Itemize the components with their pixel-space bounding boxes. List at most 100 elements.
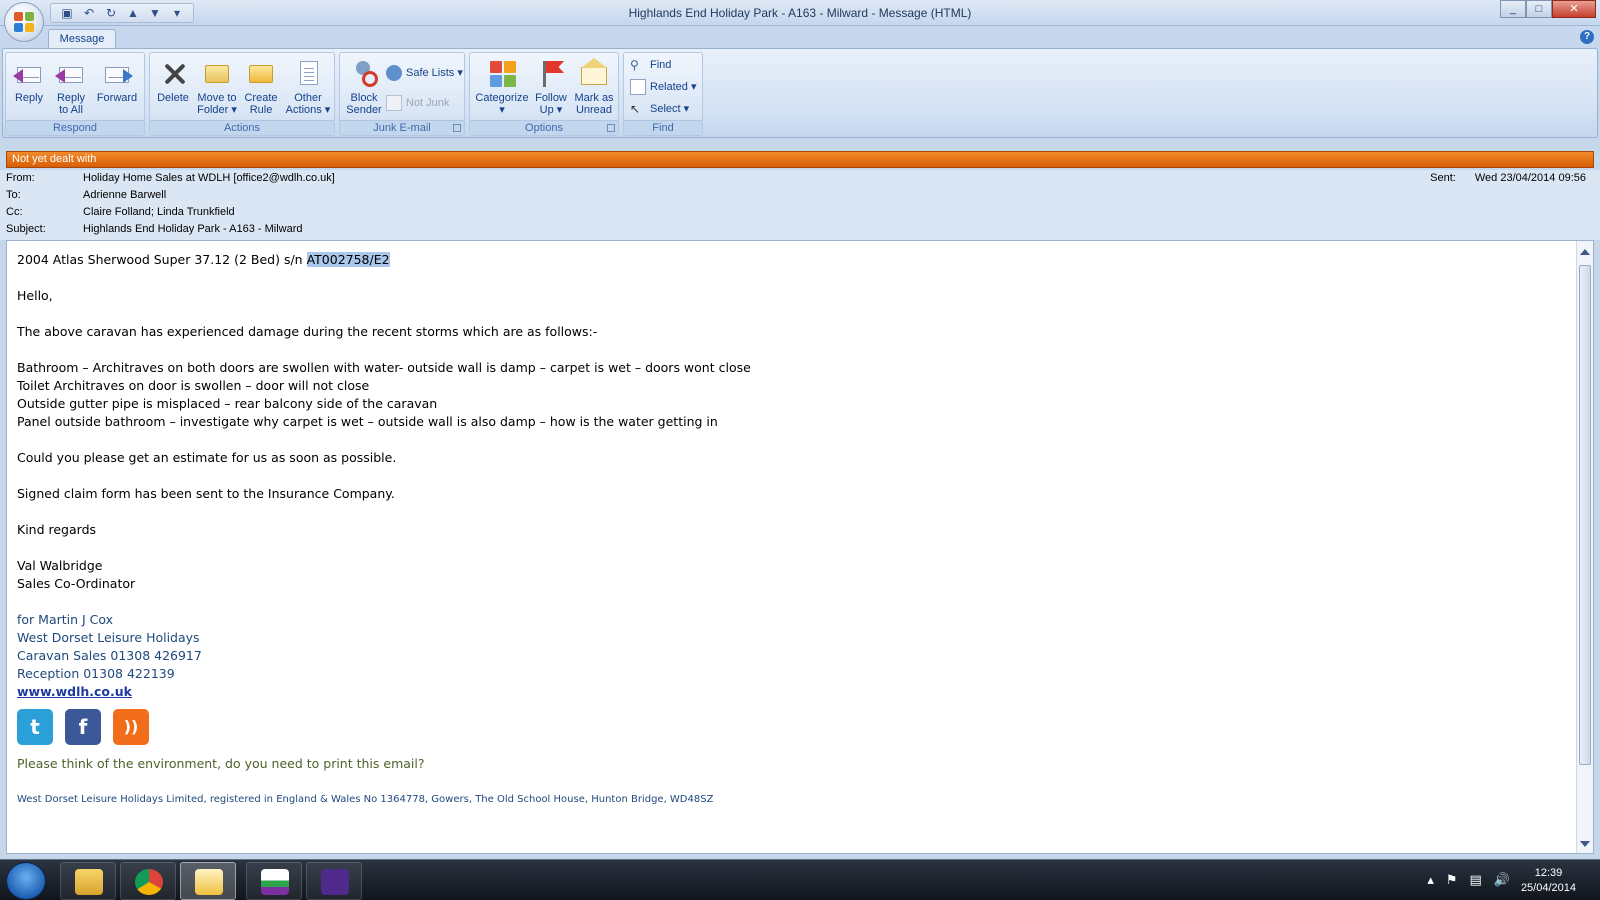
website-link[interactable]: www.wdlh.co.uk xyxy=(17,684,132,699)
scroll-up-icon[interactable] xyxy=(1580,249,1590,255)
tab-message[interactable]: Message xyxy=(48,29,116,49)
serial-number-selected[interactable]: AT002758/E2 xyxy=(306,252,390,267)
sent-value: Wed 23/04/2014 09:56 xyxy=(1474,172,1586,184)
message-body[interactable]: 2004 Atlas Sherwood Super 37.12 (2 Bed) … xyxy=(6,240,1594,854)
clock-time: 12:39 xyxy=(1534,867,1563,879)
minimize-button[interactable]: _ xyxy=(1500,0,1526,18)
select-button[interactable]: ↖ Select ▾ xyxy=(630,101,689,117)
delete-button[interactable]: Delete xyxy=(154,57,192,104)
safe-lists-icon xyxy=(386,65,402,81)
ribbon-tabs: Message ? xyxy=(0,26,1600,49)
delete-icon xyxy=(157,57,189,89)
clock[interactable]: 12:39 25/04/2014 xyxy=(1521,866,1576,896)
caravan-line: 2004 Atlas Sherwood Super 37.12 (2 Bed) … xyxy=(17,251,751,269)
taskbar: ▴ ⚑ ▤ 🔊 12:39 25/04/2014 xyxy=(0,859,1600,900)
sent-field: Sent: Wed 23/04/2014 09:56 xyxy=(1430,170,1586,186)
greeting: Hello, xyxy=(17,288,53,303)
block-label-2: Sender xyxy=(346,104,382,116)
twitter-icon[interactable]: t xyxy=(17,709,53,745)
move-to-folder-icon xyxy=(201,57,233,89)
facebook-icon[interactable]: f xyxy=(65,709,101,745)
reply-all-button[interactable]: Reply to All xyxy=(52,57,90,116)
safe-lists-label: Safe Lists ▾ xyxy=(406,67,463,79)
categorize-arrow: ▾ xyxy=(499,104,505,116)
environment-note: Please think of the environment, do you … xyxy=(17,756,425,771)
vertical-scrollbar[interactable] xyxy=(1576,241,1593,853)
message-headers: From: Holiday Home Sales at WDLH [office… xyxy=(0,170,1600,240)
scroll-thumb[interactable] xyxy=(1579,265,1591,765)
move-to-folder-button[interactable]: Move to Folder ▾ xyxy=(194,57,240,116)
clock-date: 25/04/2014 xyxy=(1520,882,1576,894)
other-actions-button[interactable]: Other Actions ▾ xyxy=(284,57,332,116)
forward-button[interactable]: Forward xyxy=(94,57,140,104)
related-button[interactable]: Related ▾ xyxy=(630,79,697,95)
find-button[interactable]: ⚲ Find xyxy=(630,57,671,73)
related-label: Related ▾ xyxy=(650,81,697,93)
window-controls: _ □ ✕ xyxy=(1500,0,1596,18)
reply-all-label-1: Reply xyxy=(56,92,86,104)
follow-up-button[interactable]: Follow Up ▾ xyxy=(532,57,570,116)
maximize-button[interactable]: □ xyxy=(1526,0,1552,18)
from-label: From: xyxy=(6,172,35,184)
subject-label: Subject: xyxy=(6,223,46,235)
find-label: Find xyxy=(650,59,672,71)
follow-label-1: Follow xyxy=(535,92,567,104)
not-junk-button[interactable]: Not Junk xyxy=(386,95,449,111)
cc-label: Cc: xyxy=(6,206,23,218)
block-label-1: Block xyxy=(350,92,378,104)
junk-dialog-launcher-icon[interactable] xyxy=(453,124,461,132)
reply-all-label-2: to All xyxy=(59,104,83,116)
taskbar-chrome[interactable] xyxy=(120,862,176,900)
damage-item: Outside gutter pipe is misplaced – rear … xyxy=(17,396,438,411)
taskbar-calendar[interactable] xyxy=(306,862,362,900)
to-value[interactable]: Adrienne Barwell xyxy=(83,187,166,203)
damage-item: Bathroom – Architraves on both doors are… xyxy=(17,360,751,375)
damage-item: Panel outside bathroom – investigate why… xyxy=(17,414,718,429)
reply-icon xyxy=(13,57,45,89)
show-hidden-icons-icon[interactable]: ▴ xyxy=(1427,872,1434,888)
rule-label-1: Create xyxy=(244,92,278,104)
taskbar-sage[interactable] xyxy=(246,862,302,900)
not-junk-icon xyxy=(386,95,402,111)
flag-status-bar[interactable]: Not yet dealt with xyxy=(6,151,1594,168)
reply-button[interactable]: Reply xyxy=(12,57,46,104)
office-logo-icon xyxy=(14,12,34,32)
categorize-button[interactable]: Categorize ▾ xyxy=(474,57,530,116)
follow-label-2: Up ▾ xyxy=(539,104,563,116)
message-text: 2004 Atlas Sherwood Super 37.12 (2 Bed) … xyxy=(17,251,751,809)
to-label: To: xyxy=(6,189,21,201)
related-icon xyxy=(630,79,646,95)
from-value[interactable]: Holiday Home Sales at WDLH [office2@wdlh… xyxy=(83,170,335,186)
mark-as-unread-button[interactable]: Mark as Unread xyxy=(572,57,616,116)
close-button[interactable]: ✕ xyxy=(1552,0,1596,18)
find-group-label: Find xyxy=(624,120,702,135)
title-bar: ▣ ↶ ↻ ▲ ▼ ▾ Highlands End Holiday Park -… xyxy=(0,0,1600,42)
taskbar-outlook[interactable] xyxy=(180,862,236,900)
safe-lists-button[interactable]: Safe Lists ▾ xyxy=(386,65,463,81)
select-label: Select ▾ xyxy=(650,103,690,115)
block-sender-icon xyxy=(348,57,380,89)
create-rule-button[interactable]: Create Rule xyxy=(242,57,280,116)
respond-group: Reply Reply to All Forward Respond xyxy=(5,52,145,136)
rule-label-2: Rule xyxy=(249,104,273,116)
signoff: Kind regards xyxy=(17,522,97,537)
move-label-2: Folder ▾ xyxy=(197,104,237,116)
start-button[interactable] xyxy=(6,862,46,900)
find-group: ⚲ Find Related ▾ ↖ Select ▾ Find xyxy=(623,52,703,136)
scroll-down-icon[interactable] xyxy=(1580,841,1590,847)
help-icon[interactable]: ? xyxy=(1580,30,1594,44)
from-row: From: Holiday Home Sales at WDLH [office… xyxy=(6,170,1594,186)
office-button[interactable] xyxy=(4,2,44,42)
volume-icon[interactable]: 🔊 xyxy=(1494,872,1510,888)
reply-all-icon xyxy=(55,57,87,89)
options-dialog-launcher-icon[interactable] xyxy=(607,124,615,132)
rss-icon[interactable]: )) xyxy=(113,709,149,745)
junk-email-group: Block Sender Safe Lists ▾ Not Junk Junk … xyxy=(339,52,465,136)
action-center-flag-icon[interactable]: ⚑ xyxy=(1446,872,1458,888)
cc-value[interactable]: Claire Folland; Linda Trunkfield xyxy=(83,204,235,220)
categorize-label: Categorize xyxy=(475,92,529,104)
network-icon[interactable]: ▤ xyxy=(1470,872,1482,888)
block-sender-button[interactable]: Block Sender xyxy=(344,57,384,116)
folder-icon xyxy=(75,869,103,895)
taskbar-explorer[interactable] xyxy=(60,862,116,900)
